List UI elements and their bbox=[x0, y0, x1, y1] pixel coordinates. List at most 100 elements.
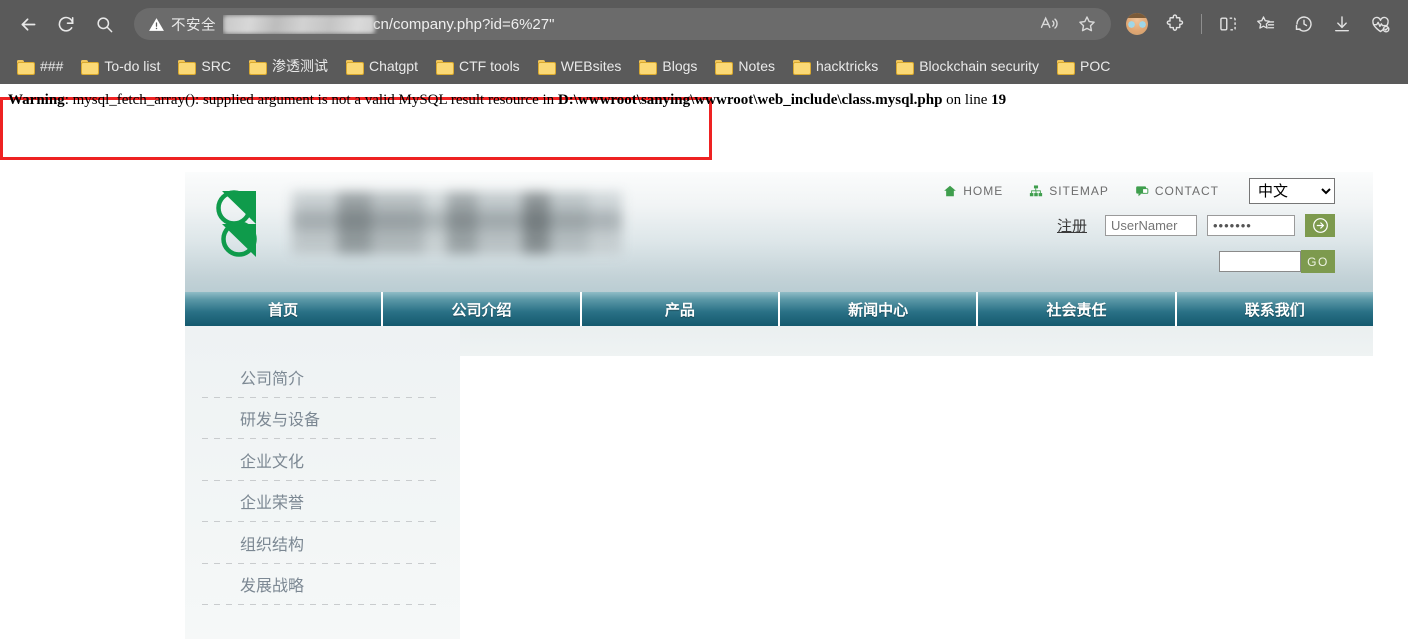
folder-icon bbox=[715, 59, 734, 75]
bookmark-label: To-do list bbox=[104, 58, 161, 74]
top-link-label: SITEMAP bbox=[1049, 184, 1109, 198]
php-warning-body: mysql_fetch_array(): supplied argument i… bbox=[72, 92, 558, 108]
sidebar-item-company-profile[interactable]: 公司简介 bbox=[185, 356, 460, 398]
php-warning-label: Warning bbox=[8, 92, 65, 108]
split-screen-button[interactable] bbox=[1210, 6, 1246, 42]
bookmark-item[interactable]: POC bbox=[1048, 54, 1119, 78]
sidebar-menu: 公司简介 研发与设备 企业文化 企业荣誉 组织结构 发展战略 bbox=[185, 326, 460, 639]
url-text: cn/company.php?id=6%27" bbox=[373, 15, 555, 33]
profile-avatar[interactable] bbox=[1119, 6, 1155, 42]
folder-icon bbox=[81, 59, 100, 75]
toolbar-divider bbox=[1201, 14, 1202, 34]
warning-triangle-icon bbox=[149, 17, 164, 31]
password-input[interactable] bbox=[1207, 215, 1295, 236]
php-warning-line-prefix: on line bbox=[942, 92, 992, 108]
contact-chat-icon bbox=[1136, 186, 1149, 197]
url-redacted-region bbox=[223, 14, 375, 34]
bookmarks-bar: ### To-do list SRC 渗透测试 Chatgpt CTF tool… bbox=[0, 48, 1408, 84]
sidebar-item-structure[interactable]: 组织结构 bbox=[185, 522, 460, 564]
bookmark-item[interactable]: ### bbox=[8, 54, 72, 78]
bookmark-item[interactable]: CTF tools bbox=[427, 54, 529, 78]
nav-item-company[interactable]: 公司介绍 bbox=[383, 292, 582, 326]
folder-icon bbox=[17, 59, 35, 75]
language-select[interactable]: 中文 English bbox=[1249, 178, 1335, 204]
folder-icon bbox=[537, 59, 556, 75]
sitemap-icon bbox=[1030, 185, 1043, 197]
top-link-home[interactable]: HOME bbox=[943, 184, 1003, 198]
browser-essentials-button[interactable] bbox=[1362, 6, 1398, 42]
folder-icon bbox=[178, 59, 197, 75]
search-row: GO bbox=[1219, 250, 1335, 273]
nav-item-products[interactable]: 产品 bbox=[581, 292, 780, 326]
sidebar-item-culture[interactable]: 企业文化 bbox=[185, 439, 460, 481]
downloads-button[interactable] bbox=[1324, 6, 1360, 42]
folder-icon bbox=[345, 59, 364, 75]
folder-icon bbox=[436, 59, 454, 75]
sidebar-item-label: 研发与设备 bbox=[240, 412, 321, 430]
read-aloud-button[interactable] bbox=[1031, 6, 1067, 42]
security-status-label: 不安全 bbox=[171, 17, 216, 34]
sidebar-item-honors[interactable]: 企业荣誉 bbox=[185, 481, 460, 523]
home-icon bbox=[944, 185, 957, 197]
bookmark-item[interactable]: hacktricks bbox=[784, 54, 887, 78]
top-link-label: CONTACT bbox=[1154, 184, 1219, 198]
company-name-redacted bbox=[292, 192, 622, 254]
folder-icon bbox=[896, 59, 915, 75]
website-page: HOME SITEMAP CONTACT 中文 注册 UserNamer •••… bbox=[185, 172, 1373, 639]
bookmark-label: SRC bbox=[201, 58, 231, 74]
refresh-button[interactable] bbox=[48, 6, 84, 42]
bookmark-item[interactable]: To-do list bbox=[72, 54, 169, 78]
bookmark-item[interactable]: 渗透测试 bbox=[240, 52, 337, 80]
history-button[interactable] bbox=[1286, 6, 1322, 42]
bookmark-label: ### bbox=[40, 58, 64, 74]
address-bar[interactable]: 不安全 cn/company.php?id=6%27" bbox=[134, 8, 1111, 40]
search-go-button[interactable]: GO bbox=[1301, 250, 1335, 273]
top-link-contact[interactable]: CONTACT bbox=[1135, 184, 1219, 198]
top-links: HOME SITEMAP CONTACT 中文 bbox=[943, 178, 1335, 204]
sidebar-item-label: 企业荣誉 bbox=[240, 495, 305, 513]
bookmark-item[interactable]: SRC bbox=[169, 54, 240, 78]
sidebar-item-label: 公司简介 bbox=[240, 370, 305, 388]
username-input[interactable] bbox=[1105, 215, 1197, 236]
top-link-sitemap[interactable]: SITEMAP bbox=[1029, 184, 1109, 198]
nav-item-responsibility[interactable]: 社会责任 bbox=[978, 292, 1177, 326]
php-warning-line-number: 19 bbox=[991, 92, 1007, 108]
folder-icon bbox=[1057, 59, 1076, 75]
bookmark-item[interactable]: WEBsites bbox=[529, 54, 631, 78]
nav-item-contact[interactable]: 联系我们 bbox=[1176, 292, 1373, 326]
sidebar-item-strategy[interactable]: 发展战略 bbox=[185, 564, 460, 606]
add-favorite-button[interactable] bbox=[1069, 6, 1105, 42]
login-submit-button[interactable] bbox=[1305, 214, 1335, 237]
bookmark-item[interactable]: Chatgpt bbox=[337, 54, 427, 78]
site-logo[interactable] bbox=[212, 188, 622, 260]
bookmark-label: Chatgpt bbox=[368, 58, 418, 74]
bookmark-label: CTF tools bbox=[459, 58, 520, 74]
sidebar-item-rd-equipment[interactable]: 研发与设备 bbox=[185, 398, 460, 440]
bookmark-label: WEBsites bbox=[560, 58, 622, 74]
extensions-button[interactable] bbox=[1157, 6, 1193, 42]
php-warning-message: Warning: mysql_fetch_array(): supplied a… bbox=[8, 92, 1208, 109]
bookmark-item[interactable]: Blogs bbox=[630, 54, 706, 78]
collections-button[interactable] bbox=[1248, 6, 1284, 42]
bookmark-item[interactable]: Blockchain security bbox=[887, 54, 1048, 78]
folder-icon bbox=[792, 59, 811, 75]
sidebar-item-label: 企业文化 bbox=[240, 453, 305, 471]
search-button[interactable] bbox=[86, 6, 122, 42]
url-text-wrap[interactable]: cn/company.php?id=6%27" bbox=[223, 14, 1031, 34]
search-input[interactable] bbox=[1219, 251, 1301, 272]
page-viewport: Warning: mysql_fetch_array(): supplied a… bbox=[0, 84, 1408, 639]
bookmark-item[interactable]: Notes bbox=[706, 54, 784, 78]
arrow-right-circle-icon bbox=[1312, 218, 1328, 233]
avatar-icon bbox=[1126, 13, 1148, 35]
bookmark-label: Notes bbox=[738, 58, 775, 74]
top-link-label: HOME bbox=[963, 184, 1004, 198]
php-warning-colon: : bbox=[64, 92, 73, 108]
bookmark-label: Blockchain security bbox=[919, 58, 1040, 74]
register-link[interactable]: 注册 bbox=[1057, 215, 1087, 236]
sidebar-item-label: 组织结构 bbox=[240, 536, 305, 554]
back-button[interactable] bbox=[10, 6, 46, 42]
browser-toolbar: 不安全 cn/company.php?id=6%27" bbox=[0, 0, 1408, 48]
nav-item-home[interactable]: 首页 bbox=[185, 292, 384, 326]
main-navigation: 首页 公司介绍 产品 新闻中心 社会责任 联系我们 bbox=[185, 292, 1373, 326]
nav-item-news[interactable]: 新闻中心 bbox=[779, 292, 979, 326]
